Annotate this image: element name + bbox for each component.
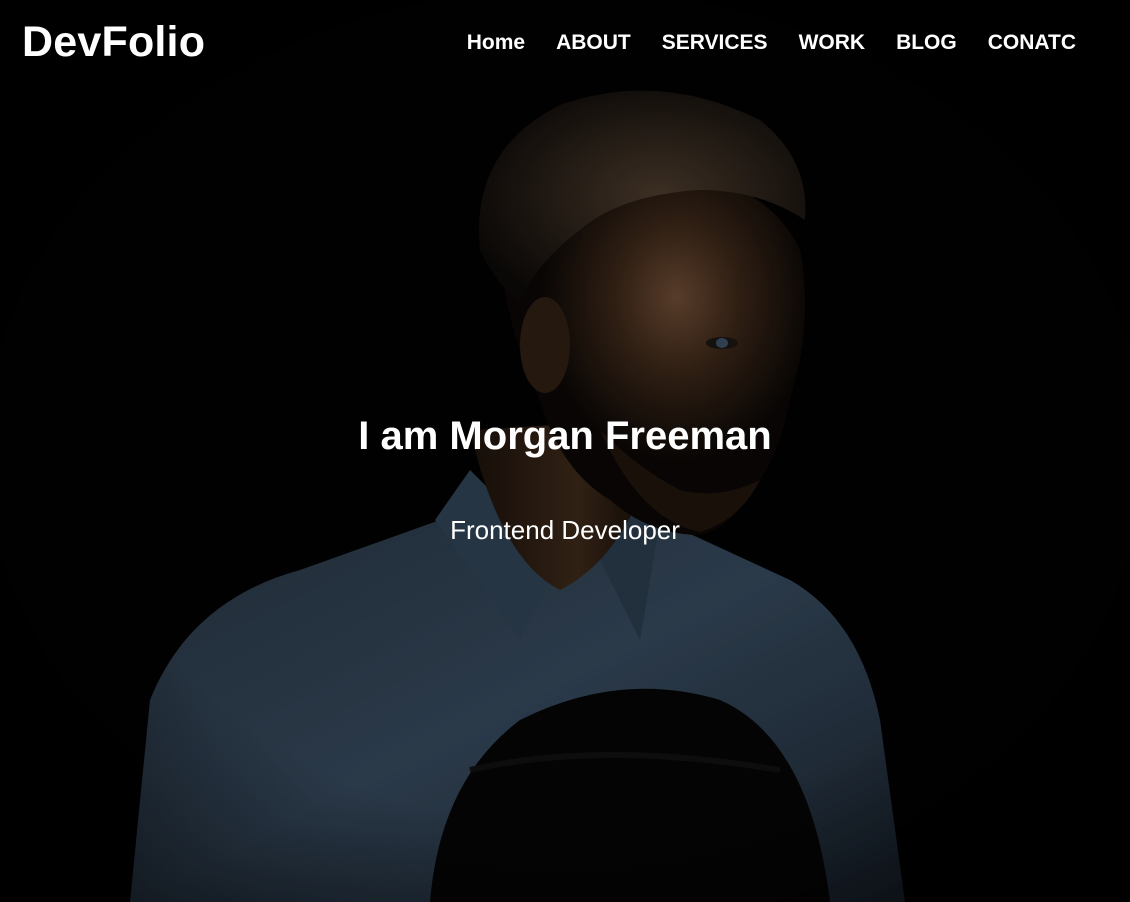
hero-section: DevFolio Home ABOUT SERVICES WORK BLOG C… (0, 0, 1130, 902)
top-navbar: DevFolio Home ABOUT SERVICES WORK BLOG C… (0, 0, 1130, 88)
nav-link-work[interactable]: WORK (799, 31, 866, 55)
nav-link-home[interactable]: Home (467, 31, 525, 55)
nav-link-services[interactable]: SERVICES (662, 31, 768, 55)
site-logo[interactable]: DevFolio (22, 18, 205, 67)
hero-subtitle: Frontend Developer (450, 515, 680, 545)
nav-menu: Home ABOUT SERVICES WORK BLOG CONATC (436, 31, 1076, 55)
nav-link-blog[interactable]: BLOG (896, 31, 957, 55)
hero-title: I am Morgan Freeman (358, 414, 772, 458)
nav-link-contact[interactable]: CONATC (988, 31, 1076, 55)
nav-link-about[interactable]: ABOUT (556, 31, 631, 55)
